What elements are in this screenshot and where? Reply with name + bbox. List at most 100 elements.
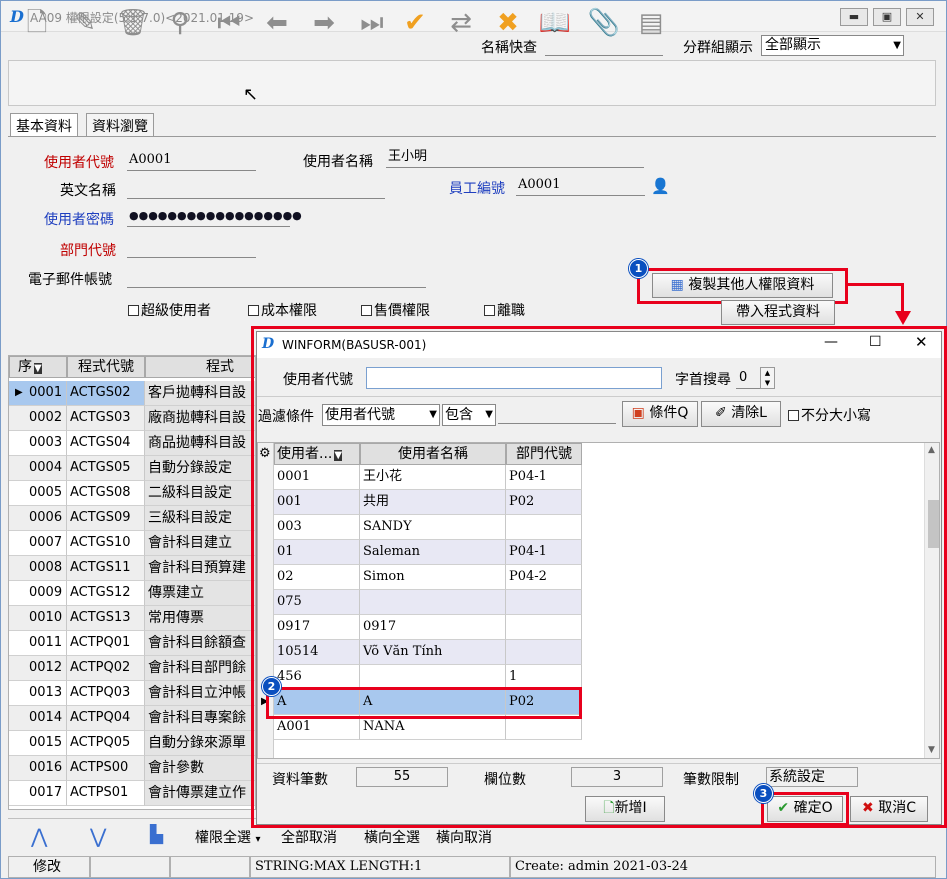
cancel-x-icon[interactable]: ✖	[491, 6, 525, 40]
cost-perm-checkbox[interactable]: 成本權限	[248, 300, 317, 320]
table-row[interactable]: 0017 ACTPS01 會計傳票建立作	[9, 781, 255, 806]
filter-field-select[interactable]: 使用者代號 ▼	[322, 404, 440, 426]
first-char-search-input[interactable]: 0	[736, 367, 760, 389]
search-icon[interactable]: ⚲	[163, 6, 197, 40]
filter-value-input[interactable]	[498, 404, 616, 424]
dialog-minimize-button[interactable]: —	[824, 334, 838, 350]
user-code-field[interactable]: A0001	[127, 151, 256, 171]
user-lookup-icon[interactable]: 👤	[651, 177, 670, 195]
edit-pencil-icon[interactable]: ✎	[68, 6, 102, 40]
table-row[interactable]: 0008 ACTGS11 會計科目預算建	[9, 556, 255, 581]
settings-gear-icon[interactable]: ⚙	[259, 446, 271, 461]
table-row[interactable]: 0007 ACTGS10 會計科目建立	[9, 531, 255, 556]
move-down-icon[interactable]: ⋁	[90, 824, 106, 848]
table-row[interactable]: 10514 Võ Văn Tính	[258, 640, 588, 665]
table-row[interactable]: 0011 ACTPQ01 會計科目餘額查	[9, 631, 255, 656]
emp-no-field[interactable]: A0001	[516, 176, 645, 196]
bring-program-button[interactable]: 帶入程式資料	[721, 300, 835, 325]
table-row[interactable]: 003 SANDY	[258, 515, 588, 540]
scroll-down-icon[interactable]: ▼	[928, 745, 935, 755]
table-row[interactable]: 0014 ACTPQ04 會計科目專案餘	[9, 706, 255, 731]
dialog-maximize-button[interactable]: ☐	[869, 334, 882, 350]
cancel-button[interactable]: ✖ 取消C	[850, 796, 928, 822]
table-row[interactable]: 0006 ACTGS09 三級科目設定	[9, 506, 255, 531]
super-user-checkbox[interactable]: 超級使用者	[128, 300, 211, 320]
eng-name-field[interactable]	[127, 179, 385, 199]
table-row[interactable]: 01 Saleman P04-1	[258, 540, 588, 565]
vertical-scrollbar[interactable]: ▲ ▼	[924, 443, 939, 758]
filter-op-select[interactable]: 包含 ▼	[442, 404, 496, 426]
table-row[interactable]: 0015 ACTPQ05 自動分錄來源單	[9, 731, 255, 756]
dept-field[interactable]	[127, 238, 256, 258]
table-row[interactable]: 02 Simon P04-2	[258, 565, 588, 590]
table-row[interactable]: 075	[258, 590, 588, 615]
table-row[interactable]: 0001 ACTGS02 客戶拋轉科目設 ▶	[9, 381, 255, 406]
move-up-icon[interactable]: ⋀	[31, 824, 47, 848]
table-row[interactable]: 0005 ACTGS08 二級科目設定	[9, 481, 255, 506]
last-record-icon[interactable]: ⏭	[355, 6, 389, 40]
horizontal-cancel-button[interactable]: 橫向取消	[436, 827, 492, 847]
attachment-icon[interactable]: 📎	[587, 6, 621, 40]
password-field[interactable]: ●●●●●●●●●●●●●●●●●●	[127, 207, 302, 227]
user-name-field[interactable]: 王小明	[386, 148, 644, 168]
user-grid-header-dept[interactable]: 部門代號	[506, 443, 582, 465]
next-record-icon[interactable]: ➡	[307, 6, 341, 40]
new-doc-icon[interactable]: 🗋	[20, 6, 54, 40]
grid-header-program-name[interactable]: 程式	[145, 356, 255, 378]
table-row[interactable]: 0917 0917	[258, 615, 588, 640]
user-cell-name: 王小花	[360, 465, 506, 490]
table-row[interactable]: 0012 ACTPQ02 會計科目部門餘	[9, 656, 255, 681]
resigned-checkbox[interactable]: 離職	[484, 300, 525, 320]
delete-trash-icon[interactable]: 🗑	[116, 6, 150, 40]
table-cell-name: 會計科目餘額查	[145, 631, 255, 656]
perm-select-all[interactable]: 權限全選 ▾	[195, 827, 260, 847]
case-insensitive-checkbox[interactable]: 不分大小寫	[788, 405, 871, 425]
group-display-select[interactable]: 全部顯示 ▼	[761, 35, 904, 56]
add-button[interactable]: 🗋新增I	[585, 796, 665, 822]
scrollbar-thumb[interactable]	[928, 500, 939, 548]
tab-data-browse[interactable]: 資料瀏覽	[86, 113, 154, 137]
group-display-label: 分群組顯示	[683, 40, 753, 56]
tab-basic-info[interactable]: 基本資料	[10, 113, 78, 137]
table-row[interactable]: 0004 ACTGS05 自動分錄設定	[9, 456, 255, 481]
first-char-spinner[interactable]: ▲ ▼	[760, 367, 775, 389]
user-grid-header-code[interactable]: 使用者... ▼	[274, 443, 360, 465]
table-row[interactable]: 0002 ACTGS03 廠商拋轉科目設	[9, 406, 255, 431]
user-grid-header-name[interactable]: 使用者名稱	[360, 443, 506, 465]
table-cell-code: ACTPQ05	[67, 731, 145, 756]
close-button[interactable]: ✕	[906, 8, 934, 26]
email-field[interactable]	[127, 268, 426, 288]
table-row[interactable]: 0013 ACTPQ03 會計科目立沖帳	[9, 681, 255, 706]
table-cell-seq: 0010	[9, 606, 67, 631]
grid-header-seq[interactable]: 序 ▼	[9, 356, 67, 378]
dialog-close-button[interactable]: ✕	[915, 333, 928, 351]
blocks-icon[interactable]: ▙	[150, 825, 163, 845]
table-cell-code: ACTPS01	[67, 781, 145, 806]
table-row[interactable]: 0001 王小花 P04-1	[258, 465, 588, 490]
copy-permission-button[interactable]: ▦ 複製其他人權限資料	[652, 273, 833, 298]
confirm-check-icon[interactable]: ✔	[398, 6, 432, 40]
horizontal-select-all-button[interactable]: 橫向全選	[364, 827, 420, 847]
book-icon[interactable]: 📖	[538, 6, 572, 40]
refresh-icon[interactable]: ⇄	[444, 6, 478, 40]
maximize-button[interactable]: ▣	[873, 8, 901, 26]
table-row[interactable]: 0010 ACTGS13 常用傳票	[9, 606, 255, 631]
prev-record-icon[interactable]: ⬅	[260, 6, 294, 40]
clear-button[interactable]: ✐ 清除L	[701, 401, 781, 427]
table-row[interactable]: 0003 ACTGS04 商品拋轉科目設	[9, 431, 255, 456]
scroll-up-icon[interactable]: ▲	[928, 445, 935, 455]
first-record-icon[interactable]: ⏮	[212, 6, 246, 40]
table-row[interactable]: 0016 ACTPS00 會計參數	[9, 756, 255, 781]
price-perm-checkbox[interactable]: 售價權限	[361, 300, 430, 320]
field-count-label: 欄位數	[484, 772, 526, 788]
export-xls-icon[interactable]: ▤	[634, 6, 668, 40]
minimize-button[interactable]: ▬	[840, 8, 868, 26]
ok-button[interactable]: ✔ 確定O	[767, 796, 843, 822]
user-cell-dept: P02	[506, 490, 582, 515]
table-row[interactable]: 001 共用 P02	[258, 490, 588, 515]
cancel-all-button[interactable]: 全部取消	[281, 827, 337, 847]
grid-header-program-code[interactable]: 程式代號	[67, 356, 145, 378]
dialog-user-code-input[interactable]	[366, 367, 662, 389]
table-row[interactable]: 0009 ACTGS12 傳票建立	[9, 581, 255, 606]
condition-button[interactable]: ▣ 條件Q	[622, 401, 698, 427]
